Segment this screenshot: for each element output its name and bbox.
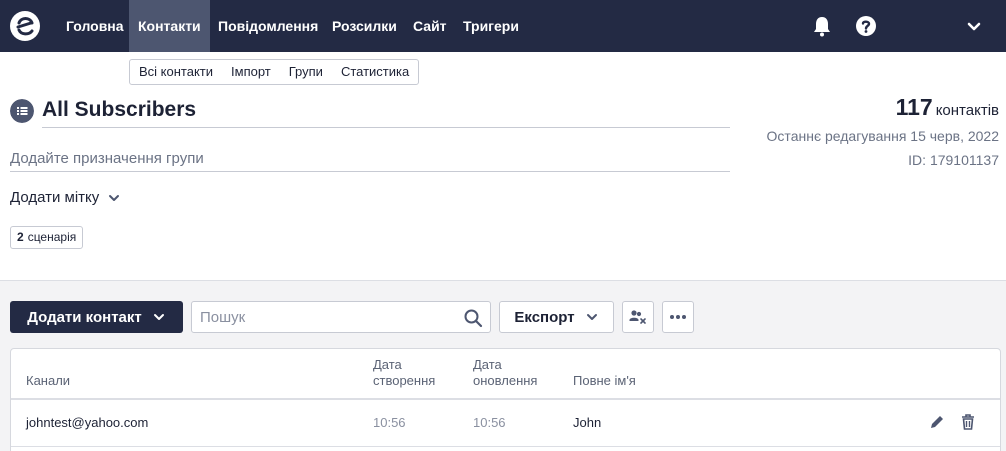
contacts-subnav: Всі контакти Імпорт Групи Статистика [129,59,420,85]
group-id-text: ID: 179101137 [908,152,999,168]
more-icon [670,315,686,319]
cell-channel[interactable]: johntest@yahoo.com [26,415,148,430]
nav-item-campaigns[interactable]: Розсилки [323,0,406,52]
column-header-updated-line2: оновлення [473,373,538,388]
chevron-down-icon [153,314,164,320]
nav-item-messages[interactable]: Повідомлення [209,0,327,52]
contacts-count-number: 117 [895,94,933,120]
cell-updated: 10:56 [473,415,506,430]
subnav-all-contacts[interactable]: Всі контакти [130,60,222,84]
subnav-statistics[interactable]: Статистика [332,60,418,84]
cell-created: 10:56 [373,415,406,430]
column-header-full-name[interactable]: Повне ім'я [573,373,636,389]
nav-item-site[interactable]: Сайт [404,0,456,52]
group-purpose-input[interactable] [10,146,730,172]
export-button[interactable]: Експорт [499,301,614,333]
pencil-icon[interactable] [928,413,946,431]
row-divider [11,446,1000,447]
column-header-created-line2: створення [373,373,436,388]
column-header-updated-line1: Дата [473,357,502,372]
page-title[interactable]: All Subscribers [42,98,196,122]
contacts-count: 117 контактів [896,94,999,121]
list-icon [10,99,34,123]
add-tag-label: Додати мітку [10,189,100,206]
search-icon[interactable] [463,308,483,328]
chevron-down-icon[interactable] [962,14,986,38]
add-tag-button[interactable]: Додати мітку [10,189,121,206]
more-options-button[interactable] [662,301,694,333]
subnav-import[interactable]: Імпорт [222,60,280,84]
nav-item-triggers[interactable]: Тригери [454,0,528,52]
subnav-groups[interactable]: Групи [280,60,332,84]
column-header-channels[interactable]: Канали [26,373,70,389]
trash-icon[interactable] [959,413,977,431]
remove-contacts-button[interactable] [622,301,654,333]
search-input[interactable] [200,302,460,332]
cell-full-name: John [573,415,602,430]
brand-logo-icon[interactable] [9,10,41,42]
nav-item-contacts[interactable]: Контакти [129,0,210,52]
chevron-down-icon [109,194,120,201]
scenarios-count: 2 [17,230,24,244]
column-header-updated[interactable]: Дата оновлення [473,357,537,389]
column-header-created[interactable]: Дата створення [373,357,435,389]
contacts-table: Канали Дата створення Дата оновлення Пов… [10,348,1001,451]
chevron-down-icon [586,314,597,320]
add-contact-label: Додати контакт [27,308,142,326]
help-icon[interactable] [854,14,878,38]
header-divider [11,398,1000,400]
bell-icon[interactable] [810,14,834,38]
scenarios-label: сценарія [27,230,77,244]
add-contact-button[interactable]: Додати контакт [10,301,183,333]
contacts-count-label: контактів [935,102,999,119]
export-label: Експорт [514,308,575,326]
scenarios-badge[interactable]: 2 сценарія [10,226,84,249]
users-remove-icon [629,310,646,324]
top-navbar: Головна Контакти Повідомлення Розсилки С… [0,0,1006,52]
title-divider [42,127,730,128]
nav-item-home[interactable]: Головна [57,0,133,52]
search-box [191,301,491,333]
column-header-created-line1: Дата [373,357,402,372]
last-edited-text: Останнє редагування 15 черв, 2022 [766,128,999,144]
